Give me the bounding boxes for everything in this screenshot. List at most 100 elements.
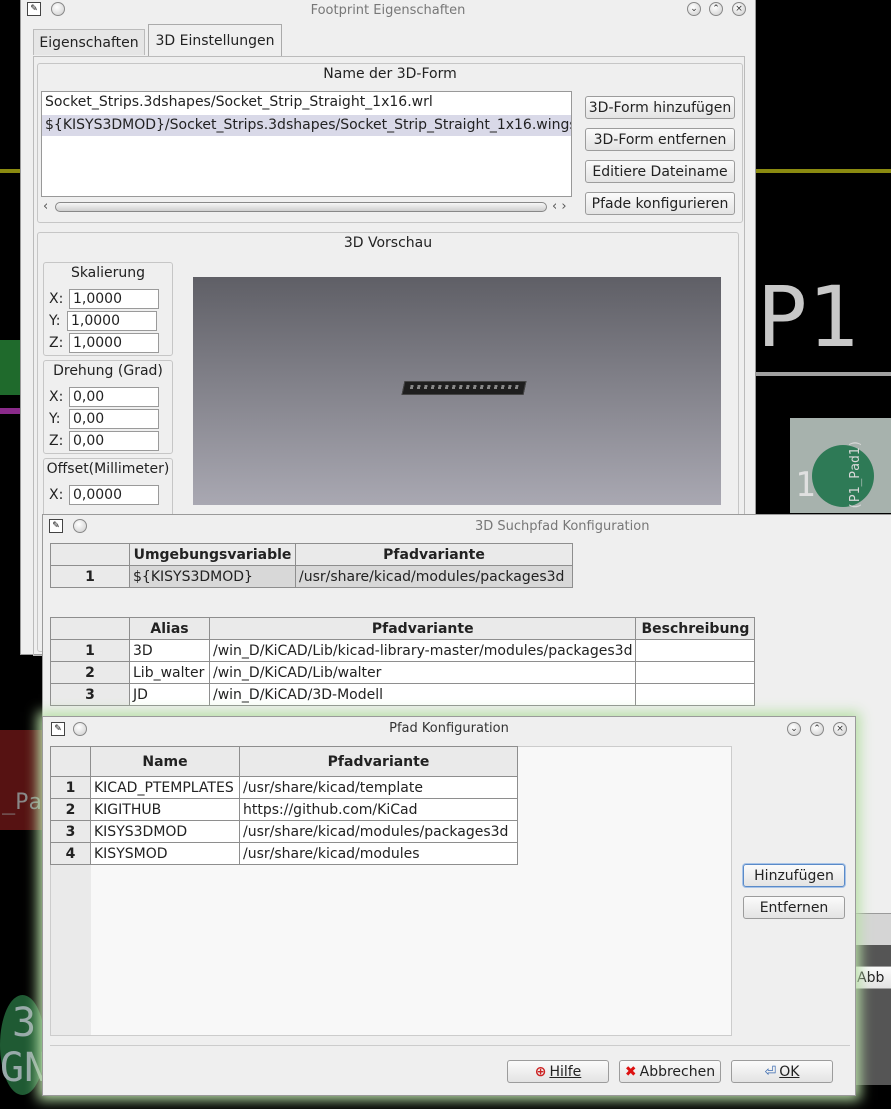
table-row[interactable]: 3 KISYS3DMOD /usr/share/kicad/modules/pa…: [50, 820, 518, 843]
search-path-titlebar[interactable]: 3D Suchpfad Konfiguration: [43, 515, 891, 537]
window-menu-icon[interactable]: [73, 519, 87, 533]
remove-3d-shape-button[interactable]: 3D-Form entfernen: [585, 128, 735, 151]
shape-list-item-selected[interactable]: ${KISYS3DMOD}/Socket_Strips.3dshapes/Soc…: [42, 115, 571, 136]
pcb-pad-name: (P1_Pad1): [848, 439, 863, 510]
alias-cell[interactable]: Lib_walter: [129, 661, 210, 684]
tab-eigenschaften[interactable]: Eigenschaften: [33, 29, 145, 55]
cancel-button[interactable]: ✖ Abbrechen: [619, 1060, 721, 1083]
alias-path-cell[interactable]: /win_D/KiCAD/3D-Modell: [208, 683, 637, 706]
name-cell[interactable]: KISYS3DMOD: [90, 820, 240, 843]
path-cell[interactable]: /usr/share/kicad/modules/packages3d: [239, 820, 518, 843]
3d-preview-canvas[interactable]: [193, 277, 721, 505]
app-icon: ✎: [49, 519, 63, 533]
row-number[interactable]: 2: [50, 798, 91, 821]
cancel-button-partial[interactable]: Abb: [852, 966, 891, 989]
row-number[interactable]: 3: [50, 683, 130, 706]
rotation-z-label: Z:: [49, 433, 64, 449]
column-header-env[interactable]: Umgebungsvariable: [129, 543, 296, 566]
column-header-path[interactable]: Pfadvariante: [295, 543, 573, 566]
column-header-path[interactable]: Pfadvariante: [208, 617, 637, 640]
window-menu-icon[interactable]: [73, 722, 87, 736]
tab-eigenschaften-label: Eigenschaften: [39, 34, 139, 51]
pcb-silk-line: [745, 372, 891, 376]
row-number[interactable]: 3: [50, 820, 91, 843]
scroll-left-icon[interactable]: ‹: [43, 199, 48, 214]
row-number[interactable]: 1: [50, 565, 130, 588]
corner-header: [50, 746, 91, 777]
close-icon[interactable]: ×: [732, 2, 746, 16]
window-menu-icon[interactable]: [51, 2, 65, 16]
scale-x-input[interactable]: 1,0000: [69, 289, 159, 309]
column-header-alias[interactable]: Alias: [129, 617, 210, 640]
row-number[interactable]: 4: [50, 842, 91, 865]
row-number[interactable]: 1: [50, 639, 130, 662]
maximize-icon[interactable]: ⌃: [810, 722, 824, 736]
pcb-pad-left: [0, 340, 22, 395]
table-row[interactable]: 1 3D /win_D/KiCAD/Lib/kicad-library-mast…: [50, 639, 756, 662]
row-number[interactable]: 1: [50, 776, 91, 799]
scale-group-title: Skalierung: [70, 265, 146, 281]
edit-filename-button[interactable]: Editiere Dateiname: [585, 160, 735, 183]
minimize-icon[interactable]: ⌄: [687, 2, 701, 16]
maximize-icon[interactable]: ⌃: [709, 2, 723, 16]
help-button[interactable]: ⊕ Hilfe: [507, 1060, 609, 1083]
table-row[interactable]: 1 ${KISYS3DMOD} /usr/share/kicad/modules…: [50, 565, 573, 588]
rotation-y-input[interactable]: 0,00: [69, 409, 159, 429]
table-row[interactable]: 2 Lib_walter /win_D/KiCAD/Lib/walter: [50, 661, 756, 684]
name-cell[interactable]: KIGITHUB: [90, 798, 240, 821]
configure-paths-label: Pfade konfigurieren: [591, 195, 729, 212]
ok-button[interactable]: ⏎ OK: [731, 1060, 833, 1083]
pcb-red-area: [0, 730, 45, 830]
pcb-corner-label-2: GN: [0, 1045, 49, 1091]
scrollbar-thumb[interactable]: [55, 202, 547, 212]
table-row[interactable]: 1 KICAD_PTEMPLATES /usr/share/kicad/temp…: [50, 776, 518, 799]
scale-y-label: Y:: [49, 313, 61, 329]
row-number[interactable]: 2: [50, 661, 130, 684]
tab-3d-settings[interactable]: 3D Einstellungen: [148, 24, 282, 56]
close-icon[interactable]: ×: [833, 722, 847, 736]
socket-strip-pins: [409, 385, 519, 389]
rotation-x-input[interactable]: 0,00: [69, 387, 159, 407]
column-header-description[interactable]: Beschreibung: [635, 617, 756, 640]
rotation-z-input[interactable]: 0,00: [69, 431, 159, 451]
alias-desc-cell[interactable]: [635, 661, 756, 684]
column-header-name[interactable]: Name: [90, 746, 240, 777]
path-cell[interactable]: /usr/share/kicad/modules: [239, 842, 518, 865]
alias-path-cell[interactable]: /win_D/KiCAD/Lib/kicad-library-master/mo…: [208, 639, 637, 662]
add-3d-shape-button[interactable]: 3D-Form hinzufügen: [585, 96, 735, 119]
horizontal-scrollbar[interactable]: ‹ ‹ ›: [41, 199, 572, 215]
minimize-icon[interactable]: ⌄: [787, 722, 801, 736]
alias-cell[interactable]: 3D: [129, 639, 210, 662]
add-button[interactable]: Hinzufügen: [743, 864, 845, 887]
configure-paths-button[interactable]: Pfade konfigurieren: [585, 192, 735, 215]
search-path-window-title: 3D Suchpfad Konfiguration: [475, 518, 650, 534]
remove-button[interactable]: Entfernen: [743, 896, 845, 919]
table-row[interactable]: 3 JD /win_D/KiCAD/3D-Modell: [50, 683, 756, 706]
column-header-path[interactable]: Pfadvariante: [239, 746, 518, 777]
name-cell[interactable]: KICAD_PTEMPLATES: [90, 776, 240, 799]
table-row[interactable]: 2 KIGITHUB https://github.com/KiCad: [50, 798, 518, 821]
alias-desc-cell[interactable]: [635, 639, 756, 662]
pcb-corner-label: 3: [12, 1000, 37, 1046]
alias-cell[interactable]: JD: [129, 683, 210, 706]
scroll-arrows-icon[interactable]: ‹ ›: [552, 199, 567, 214]
alias-path-cell[interactable]: /win_D/KiCAD/Lib/walter: [208, 661, 637, 684]
edit-filename-label: Editiere Dateiname: [592, 163, 728, 180]
env-var-cell[interactable]: ${KISYS3DMOD}: [129, 565, 296, 588]
app-icon: ✎: [27, 2, 41, 16]
table-row[interactable]: 4 KISYSMOD /usr/share/kicad/modules: [50, 842, 518, 865]
path-config-titlebar[interactable]: Pfad Konfiguration: [43, 717, 855, 739]
scale-z-input[interactable]: 1,0000: [69, 333, 159, 353]
table-header-row: Name Pfadvariante: [50, 746, 518, 777]
shape-list-item[interactable]: Socket_Strips.3dshapes/Socket_Strip_Stra…: [45, 94, 433, 110]
offset-x-label: X:: [49, 487, 64, 503]
offset-x-input[interactable]: 0,0000: [69, 485, 159, 505]
footprint-titlebar[interactable]: Footprint Eigenschaften: [21, 0, 755, 21]
scale-y-input[interactable]: 1,0000: [67, 311, 157, 331]
env-path-cell[interactable]: /usr/share/kicad/modules/packages3d: [295, 565, 573, 588]
shape-list[interactable]: Socket_Strips.3dshapes/Socket_Strip_Stra…: [41, 91, 572, 197]
path-cell[interactable]: /usr/share/kicad/template: [239, 776, 518, 799]
alias-desc-cell[interactable]: [635, 683, 756, 706]
path-cell[interactable]: https://github.com/KiCad: [239, 798, 518, 821]
name-cell[interactable]: KISYSMOD: [90, 842, 240, 865]
